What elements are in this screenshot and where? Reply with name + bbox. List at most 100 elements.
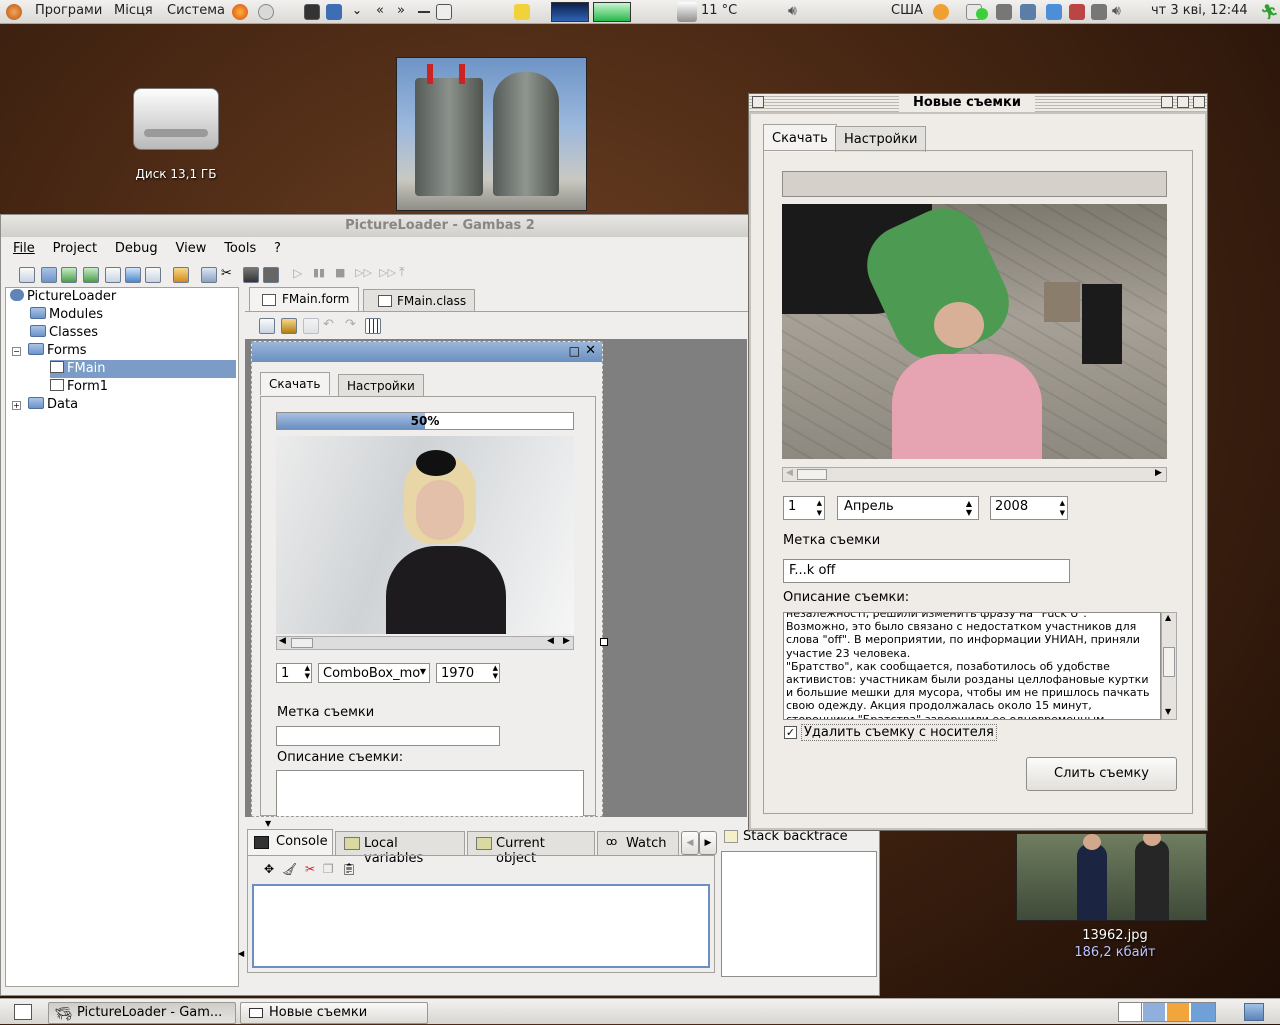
tab-watch[interactable]: ꝏ Watch <box>597 831 679 855</box>
tabs-scroll-left-button[interactable]: ◀ <box>681 831 699 855</box>
menu-project[interactable]: Project <box>53 241 97 256</box>
collapse-icon[interactable]: − <box>12 347 21 356</box>
clear-icon[interactable]: 🧹︎ <box>282 862 297 876</box>
properties-icon[interactable] <box>105 267 121 283</box>
refresh-icon[interactable] <box>125 267 141 283</box>
form-description-textarea[interactable] <box>276 770 584 816</box>
form-year-spinbox[interactable]: 1970 ▲ ▼ <box>436 663 500 683</box>
taskbar-gambas[interactable]: 🦐︎ PictureLoader - Gam... <box>48 1002 236 1024</box>
tab-fmain-form[interactable]: FMain.form <box>249 287 359 311</box>
resize-handle[interactable] <box>600 638 608 646</box>
disk-drive-icon[interactable] <box>133 88 219 150</box>
console-output[interactable] <box>252 884 710 968</box>
pause-icon[interactable]: ▮▮ <box>313 266 325 279</box>
tab-fmain-class[interactable]: FMain.class <box>363 289 475 311</box>
spin-arrows-icon[interactable]: ▲ ▼ <box>305 664 310 680</box>
clock[interactable]: чт 3 кві, 12:44 <box>1151 3 1248 18</box>
redo-icon[interactable]: ↷ <box>345 317 356 332</box>
shoots-description-textarea[interactable]: незалежності, решили изменить фразу на "… <box>783 612 1161 720</box>
shoots-month-combobox[interactable]: Апрель ▲ ▼ <box>837 496 979 520</box>
menu-tools[interactable]: Tools <box>224 241 256 256</box>
scroll-thumb[interactable] <box>1163 647 1175 677</box>
scroll-right-icon[interactable]: ▶ <box>1155 468 1162 478</box>
menu-view[interactable]: View <box>176 241 207 256</box>
package-icon[interactable] <box>173 267 189 283</box>
spin-arrows-icon[interactable]: ▲ ▼ <box>493 664 498 680</box>
show-desktop-button[interactable] <box>14 1004 32 1020</box>
mail-launcher-icon[interactable] <box>258 4 274 20</box>
copy-icon[interactable]: ❐ <box>323 862 334 876</box>
update-notifier-icon[interactable] <box>933 4 949 20</box>
scroll-thumb[interactable] <box>797 469 827 480</box>
lock-icon[interactable] <box>281 318 297 334</box>
step-out-icon[interactable]: ⤒ <box>399 265 405 280</box>
move-icon[interactable]: ✥ <box>264 862 274 876</box>
delete-checkbox[interactable]: ✓ <box>784 726 797 739</box>
stop-icon[interactable]: ■ <box>335 266 345 279</box>
minimize-icon[interactable] <box>1161 96 1173 108</box>
menu-places[interactable]: Місця <box>114 3 153 18</box>
step-icon[interactable]: ▷▷ <box>355 266 372 279</box>
dropdown-arrow-icon[interactable]: ▼ <box>420 667 426 676</box>
undo-icon[interactable]: ↶ <box>323 317 334 332</box>
maximize-icon[interactable] <box>1177 96 1189 108</box>
notes-icon[interactable] <box>514 4 530 20</box>
menu-help[interactable]: ? <box>274 241 281 256</box>
nav-forward-button[interactable]: » <box>397 3 405 18</box>
chevron-down-icon[interactable]: ⌄ <box>352 3 362 17</box>
network-tray-icon[interactable] <box>1020 4 1036 20</box>
grid-icon[interactable] <box>365 318 381 334</box>
tree-item-classes[interactable]: Classes <box>30 324 98 342</box>
description-scrollbar[interactable]: ▲ ▼ <box>1161 612 1177 720</box>
new-file-icon[interactable] <box>19 267 35 283</box>
desktop-photo-13962[interactable] <box>1016 833 1207 921</box>
menu-file[interactable]: File <box>13 241 35 256</box>
temperature[interactable]: 11 °C <box>701 3 737 18</box>
close-icon[interactable] <box>1193 96 1205 108</box>
photo-file-name[interactable]: 13962.jpg <box>1050 928 1180 943</box>
form-picture-scrollbar[interactable]: ◀ ◀ ▶ <box>276 636 574 650</box>
scroll-up-icon[interactable]: ▲ <box>1165 613 1171 622</box>
scroll-down-icon[interactable]: ▼ <box>1165 707 1171 716</box>
menu-programs[interactable]: Програми <box>35 3 102 18</box>
splitter-left-icon[interactable]: ◀ <box>238 949 244 958</box>
camera-tray-icon[interactable] <box>996 4 1012 20</box>
trash-icon[interactable] <box>1244 1003 1264 1021</box>
menu-debug[interactable]: Debug <box>115 241 158 256</box>
shoots-year-spinbox[interactable]: 2008 ▲ ▼ <box>990 496 1068 520</box>
menu-system[interactable]: Система <box>167 3 225 18</box>
combo-arrows-icon[interactable]: ▲ ▼ <box>966 499 972 517</box>
form-tab-settings[interactable]: Настройки <box>338 374 424 397</box>
weather-icon[interactable] <box>677 2 697 22</box>
tray-volume-icon[interactable]: 🔊︎ <box>1112 3 1121 19</box>
logout-icon[interactable]: 🏃︎ <box>1260 3 1279 21</box>
disk-label[interactable]: Диск 13,1 ГБ <box>110 167 242 181</box>
shoots-picture-scrollbar[interactable]: ◀ ▶ <box>782 467 1167 482</box>
nav-back-button[interactable]: « <box>376 3 384 18</box>
shoots-tab-download[interactable]: Скачать <box>763 124 837 152</box>
project-view-icon[interactable] <box>201 267 217 283</box>
tools-icon[interactable]: ✂ <box>221 267 237 283</box>
merge-shoot-button[interactable]: Слить съемку <box>1026 757 1177 791</box>
save-icon[interactable] <box>61 267 77 283</box>
form-tab-download[interactable]: Скачать <box>260 372 330 395</box>
console-icon[interactable] <box>243 267 259 283</box>
designed-form[interactable]: □ ✕ Скачать Настройки 50% ◀ ◀ ▶ 1 ▲▼ Co <box>251 341 608 817</box>
form-day-spinbox[interactable]: 1 ▲ ▼ <box>276 663 312 683</box>
tools-tray-icon[interactable] <box>1091 4 1107 20</box>
tree-item-form1[interactable]: Form1 <box>50 378 108 396</box>
scroll-thumb[interactable] <box>291 638 313 648</box>
form-tag-input[interactable] <box>276 726 500 746</box>
form-properties-icon[interactable] <box>259 318 275 334</box>
paste-icon[interactable]: 📋︎ <box>341 862 356 876</box>
step-over-icon[interactable]: ▷▷ <box>379 266 396 279</box>
tab-current-object[interactable]: Current object <box>467 831 595 866</box>
taskbar-new-shoots[interactable]: Новые съемки <box>240 1002 428 1024</box>
tree-item-data[interactable]: + Data <box>12 396 78 414</box>
ubuntu-logo-icon[interactable] <box>6 4 22 20</box>
terminal-launcher-icon[interactable] <box>304 4 320 20</box>
display-tray-icon[interactable] <box>1046 4 1062 20</box>
desktop-photo-thumbnail[interactable] <box>396 57 587 211</box>
shoots-tab-settings[interactable]: Настройки <box>835 126 927 152</box>
cut-icon[interactable]: ✂ <box>305 862 315 876</box>
